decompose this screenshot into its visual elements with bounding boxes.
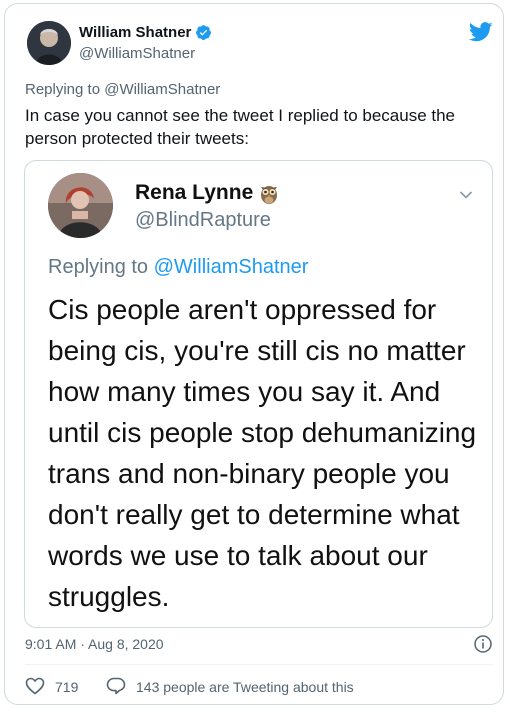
chevron-down-icon (459, 187, 473, 199)
author-avatar[interactable] (27, 21, 71, 65)
embedded-tweet-image[interactable]: Rena Lynne @BlindRapture Replying to @Wi… (24, 160, 493, 628)
verified-badge-icon (195, 24, 212, 41)
owl-emoji-icon (259, 181, 279, 205)
tweet-timestamp[interactable]: 9:01 AM · Aug 8, 2020 (25, 636, 164, 652)
heart-icon[interactable] (25, 677, 45, 695)
embedded-author-handle: @BlindRapture (135, 209, 271, 231)
embedded-tweet-text: Cis people aren't oppressed for being ci… (48, 294, 477, 612)
embedded-author-name: Rena Lynne (135, 181, 279, 205)
author-handle[interactable]: @WilliamShatner (79, 45, 195, 62)
author-name[interactable]: William Shatner (79, 24, 212, 41)
divider (25, 664, 493, 665)
embedded-author-avatar (48, 173, 113, 238)
author-name-text[interactable]: William Shatner (79, 24, 191, 41)
embedded-replying-prefix: Replying to (48, 256, 154, 278)
twitter-bird-icon[interactable] (468, 21, 493, 43)
like-count[interactable]: 719 (55, 679, 78, 695)
embedded-author-name-text: Rena Lynne (135, 181, 254, 204)
replying-to-label[interactable]: Replying to @WilliamShatner (25, 81, 220, 98)
embedded-replying-mention: @WilliamShatner (153, 256, 309, 278)
tweet-text: In case you cannot see the tweet I repli… (25, 106, 456, 148)
info-icon[interactable] (473, 634, 493, 654)
tweet-card: William Shatner @WilliamShatner Replying… (4, 3, 504, 705)
embedded-replying-to: Replying to @WilliamShatner (48, 256, 308, 279)
quote-tweets-link[interactable]: 143 people are Tweeting about this (136, 679, 354, 695)
speech-bubble-icon[interactable] (106, 677, 126, 695)
